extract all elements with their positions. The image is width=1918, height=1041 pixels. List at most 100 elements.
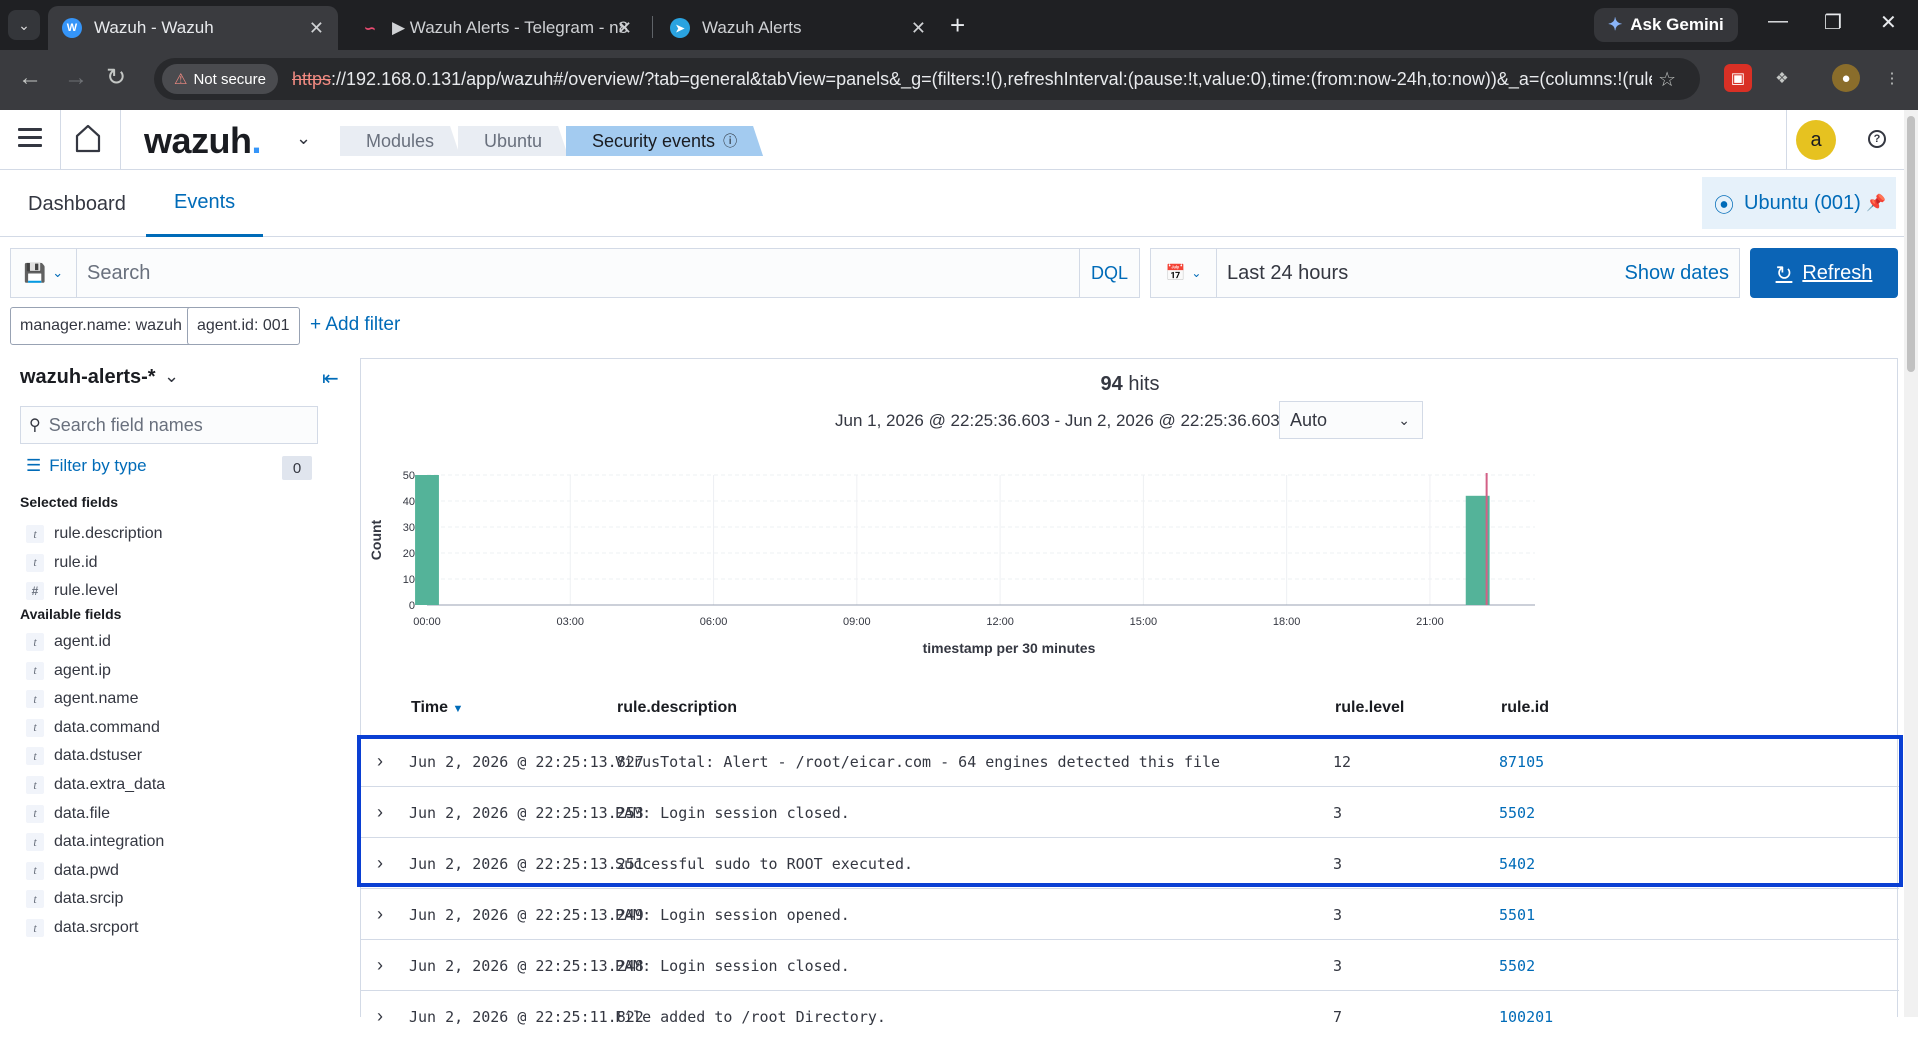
url-omnibox[interactable]: ⚠ Not secure https://192.168.0.131/app/w… — [154, 58, 1700, 100]
cell-rule-id-link[interactable]: 5502 — [1499, 957, 1535, 975]
cell-level: 3 — [1333, 855, 1343, 873]
cell-rule-id-link[interactable]: 100201 — [1499, 1008, 1553, 1026]
selected-agent-pill[interactable]: ⦿ Ubuntu (001) 📌 — [1702, 177, 1896, 229]
field-search-input[interactable] — [40, 414, 291, 436]
field-item[interactable]: # rule.level — [26, 579, 118, 603]
breadcrumb-ubuntu[interactable]: Ubuntu — [458, 126, 568, 156]
expand-row-icon[interactable]: › — [377, 751, 383, 772]
add-filter-button[interactable]: + Add filter — [310, 314, 400, 336]
close-window-icon[interactable]: ✕ — [1880, 10, 1897, 35]
warning-icon: ⚠ — [174, 71, 188, 88]
ask-gemini-button[interactable]: ✦ Ask Gemini — [1594, 8, 1738, 42]
field-item[interactable]: t data.extra_data — [26, 773, 165, 797]
home-icon[interactable] — [74, 122, 102, 159]
new-tab-button[interactable]: + — [950, 12, 965, 38]
extensions-puzzle-icon[interactable]: ❖ — [1768, 64, 1796, 92]
restore-window-icon[interactable]: ❐ — [1824, 10, 1842, 35]
field-item[interactable]: t agent.id — [26, 630, 111, 654]
field-item[interactable]: t data.integration — [26, 830, 164, 854]
forward-arrow-icon[interactable]: → — [64, 64, 88, 92]
cell-rule-id-link[interactable]: 87105 — [1499, 753, 1544, 771]
wazuh-logo[interactable]: wazuh. — [144, 120, 262, 162]
dql-toggle-button[interactable]: DQL — [1079, 249, 1139, 297]
field-item[interactable]: t agent.ip — [26, 659, 111, 683]
not-secure-badge[interactable]: ⚠ Not secure — [162, 64, 278, 94]
column-header-id[interactable]: rule.id — [1501, 699, 1549, 717]
help-icon[interactable]: ? — [1868, 130, 1886, 148]
browser-menu-icon[interactable]: ⋮ — [1878, 64, 1906, 92]
field-item[interactable]: t data.command — [26, 716, 160, 740]
app-header: wazuh. ⌄ Modules Ubuntu Security events ⓘ — [0, 110, 1904, 170]
scrollbar-thumb[interactable] — [1907, 116, 1915, 372]
string-type-icon: t — [26, 690, 44, 709]
tab-dashboard[interactable]: Dashboard — [0, 171, 154, 237]
field-item[interactable]: t data.dstuser — [26, 744, 142, 768]
field-item[interactable]: t data.pwd — [26, 859, 119, 883]
filter-pill-manager[interactable]: manager.name: wazuh — [10, 307, 192, 345]
user-avatar[interactable]: a — [1796, 120, 1836, 160]
column-header-time[interactable]: Time ▼ — [411, 699, 463, 717]
close-tab-icon[interactable]: ✕ — [911, 18, 926, 39]
table-row[interactable]: › Jun 2, 2026 @ 22:25:13.249 PAM: Login se… — [361, 888, 1899, 939]
table-row[interactable]: › Jun 2, 2026 @ 22:25:13.251 Successful su… — [361, 837, 1899, 888]
bookmark-star-icon[interactable]: ☆ — [1658, 67, 1676, 92]
browser-tab-telegram[interactable]: ➤ Wazuh Alerts ✕ — [656, 6, 940, 50]
browser-tab-n8n[interactable]: ∽ ▶ Wazuh Alerts - Telegram - n8 ✕ — [346, 6, 646, 50]
quick-select-button[interactable]: 📅 ⌄ — [1151, 249, 1217, 297]
url-text[interactable]: https://192.168.0.131/app/wazuh#/overvie… — [292, 69, 1652, 90]
menu-hamburger-icon[interactable] — [18, 128, 42, 152]
minimize-window-icon[interactable]: — — [1768, 10, 1788, 33]
reload-icon[interactable]: ↻ — [106, 64, 126, 92]
column-header-description[interactable]: rule.description — [617, 699, 737, 717]
filter-by-type-button[interactable]: ☰ Filter by type — [26, 456, 147, 476]
expand-row-icon[interactable]: › — [377, 904, 383, 925]
chevron-down-icon[interactable]: ⌄ — [164, 366, 179, 387]
breadcrumb-security-events[interactable]: Security events ⓘ — [566, 126, 763, 156]
page-scrollbar[interactable] — [1904, 110, 1918, 1017]
info-icon[interactable]: ⓘ — [723, 131, 737, 151]
table-row[interactable]: › Jun 2, 2026 @ 22:25:13.248 PAM: Login se… — [361, 939, 1899, 990]
saved-queries-button[interactable]: 💾 ⌄ — [11, 249, 77, 297]
browser-tab-wazuh[interactable]: W Wazuh - Wazuh ✕ — [48, 6, 338, 50]
refresh-button[interactable]: ↻ Refresh — [1750, 248, 1898, 298]
date-range-label[interactable]: Last 24 hours — [1217, 262, 1624, 285]
field-item[interactable]: t data.srcip — [26, 887, 123, 911]
tab-title: ▶ Wazuh Alerts - Telegram - n8 — [392, 18, 629, 37]
cell-rule-id-link[interactable]: 5501 — [1499, 906, 1535, 924]
field-item[interactable]: t agent.name — [26, 687, 139, 711]
table-row[interactable]: › Jun 2, 2026 @ 22:25:13.253 PAM: Login se… — [361, 786, 1899, 837]
extension-red-icon[interactable]: ▣ — [1724, 64, 1752, 92]
expand-row-icon[interactable]: › — [377, 955, 383, 976]
profile-avatar-icon[interactable]: ● — [1832, 64, 1860, 92]
expand-row-icon[interactable]: › — [377, 802, 383, 823]
index-pattern-selector[interactable]: wazuh-alerts-* — [20, 366, 156, 389]
cell-rule-id-link[interactable]: 5502 — [1499, 804, 1535, 822]
table-row[interactable]: › Jun 2, 2026 @ 22:25:13.827 VirusTotal: A… — [361, 735, 1899, 786]
close-tab-icon[interactable]: ✕ — [309, 18, 324, 39]
filter-pill-agent[interactable]: agent.id: 001 — [187, 307, 300, 345]
cell-time: Jun 2, 2026 @ 22:25:11.822 — [409, 1008, 644, 1026]
field-item[interactable]: t rule.id — [26, 551, 98, 575]
field-item[interactable]: t rule.description — [26, 522, 163, 546]
breadcrumb-label: Security events — [592, 130, 716, 151]
y-axis-title: Count — [368, 519, 384, 560]
tab-search-button[interactable]: ⌄ — [8, 10, 40, 40]
table-row[interactable]: › Jun 2, 2026 @ 22:25:11.822 File added to… — [361, 990, 1899, 1041]
close-tab-icon[interactable]: ✕ — [617, 18, 632, 39]
collapse-sidebar-icon[interactable]: ⇤ — [322, 366, 339, 391]
back-arrow-icon[interactable]: ← — [18, 64, 42, 92]
chevron-down-icon[interactable]: ⌄ — [296, 128, 311, 149]
field-item[interactable]: t data.srcport — [26, 916, 138, 940]
field-item[interactable]: t data.file — [26, 802, 110, 826]
search-input[interactable] — [77, 249, 1079, 297]
sort-down-icon[interactable]: ▼ — [453, 703, 464, 715]
column-header-level[interactable]: rule.level — [1335, 699, 1404, 717]
show-dates-button[interactable]: Show dates — [1624, 262, 1739, 285]
expand-row-icon[interactable]: › — [377, 853, 383, 874]
pin-icon[interactable]: 📌 — [1866, 193, 1886, 213]
tab-events[interactable]: Events — [146, 171, 264, 237]
breadcrumb-modules[interactable]: Modules — [340, 126, 460, 156]
cell-rule-id-link[interactable]: 5402 — [1499, 855, 1535, 873]
string-type-icon: t — [26, 833, 44, 852]
interval-select[interactable]: Auto ⌄ — [1279, 401, 1423, 439]
